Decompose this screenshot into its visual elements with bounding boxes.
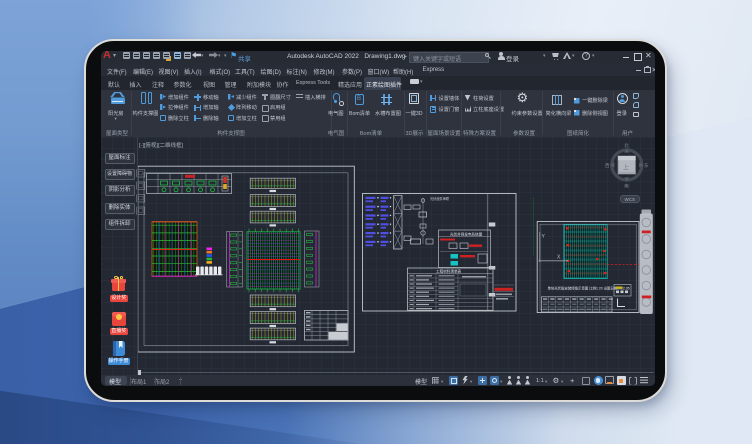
svg-text:光伏并网发电系统图: 光伏并网发电系统图: [450, 231, 483, 236]
svg-text:北: 北: [624, 142, 629, 149]
svg-text:光伏组件串联: 光伏组件串联: [430, 196, 450, 201]
svg-text:工程材料清单表: 工程材料清单表: [436, 269, 462, 274]
svg-text:Y: Y: [542, 234, 546, 240]
svg-text:西: 西: [605, 163, 610, 169]
svg-text:东: 东: [644, 162, 649, 168]
svg-text:X: X: [557, 255, 561, 261]
svg-text:南: 南: [624, 183, 629, 189]
svg-text:上: 上: [623, 164, 629, 172]
svg-text:WCS: WCS: [625, 197, 636, 202]
